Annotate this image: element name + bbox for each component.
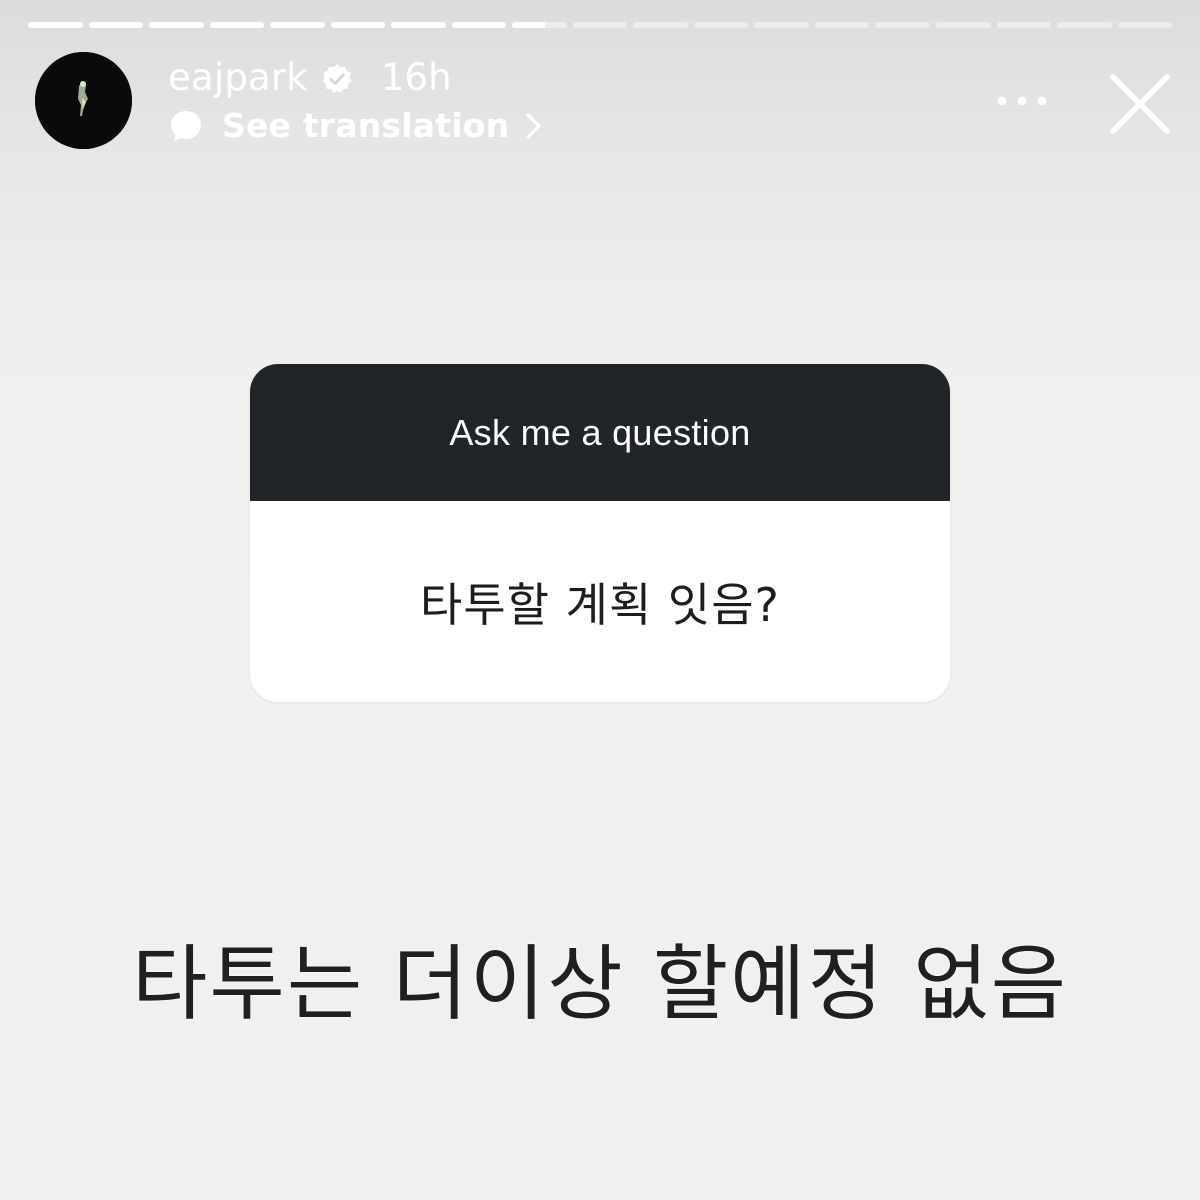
progress-segment: [451, 22, 507, 28]
progress-segment: [330, 22, 386, 28]
progress-segment: [88, 22, 144, 28]
progress-segment-fill: [270, 22, 325, 28]
progress-segment: [149, 22, 204, 28]
avatar[interactable]: [35, 52, 132, 149]
progress-segment: [572, 22, 628, 28]
progress-segment: [875, 22, 930, 28]
progress-segment: [1117, 22, 1173, 28]
progress-segment: [754, 22, 809, 28]
question-sticker[interactable]: Ask me a question 타투할 계획 잇음?: [250, 364, 950, 702]
story-timestamp: 16h: [381, 56, 452, 99]
progress-segment-fill: [209, 22, 265, 28]
close-icon[interactable]: [1108, 72, 1172, 136]
question-text: 타투할 계획 잇음?: [420, 577, 780, 632]
progress-segment: [512, 22, 567, 28]
progress-segment-fill: [149, 22, 204, 28]
progress-segment: [1057, 22, 1112, 28]
progress-segment: [633, 22, 688, 28]
question-sticker-header: Ask me a question: [250, 364, 950, 501]
question-sticker-title: Ask me a question: [449, 411, 751, 453]
story-progress-bar: [28, 22, 1173, 28]
progress-segment: [391, 22, 446, 28]
question-sticker-body: 타투할 계획 잇음?: [250, 501, 950, 702]
speech-bubble-icon: [171, 111, 201, 141]
progress-segment: [209, 22, 265, 28]
progress-segment: [28, 22, 83, 28]
chevron-right-icon: [526, 113, 541, 139]
see-translation-link[interactable]: See translation: [168, 104, 545, 148]
progress-segment-fill: [330, 22, 386, 28]
username[interactable]: eajpark: [168, 54, 308, 102]
progress-segment: [270, 22, 325, 28]
see-translation-label: See translation: [222, 106, 510, 145]
progress-segment-fill: [451, 22, 507, 28]
progress-segment-fill: [28, 22, 83, 28]
verified-badge-icon: [322, 64, 352, 93]
answer-text: 타투는 더이상 할예정 없음: [131, 937, 1069, 1032]
progress-segment: [693, 22, 749, 28]
progress-segment-fill: [88, 22, 144, 28]
more-options-icon[interactable]: [994, 86, 1050, 116]
avatar-image: [35, 52, 132, 149]
progress-segment: [814, 22, 870, 28]
progress-segment: [935, 22, 991, 28]
progress-segment: [996, 22, 1052, 28]
progress-segment-fill: [391, 22, 446, 28]
progress-segment-fill: [512, 22, 545, 28]
